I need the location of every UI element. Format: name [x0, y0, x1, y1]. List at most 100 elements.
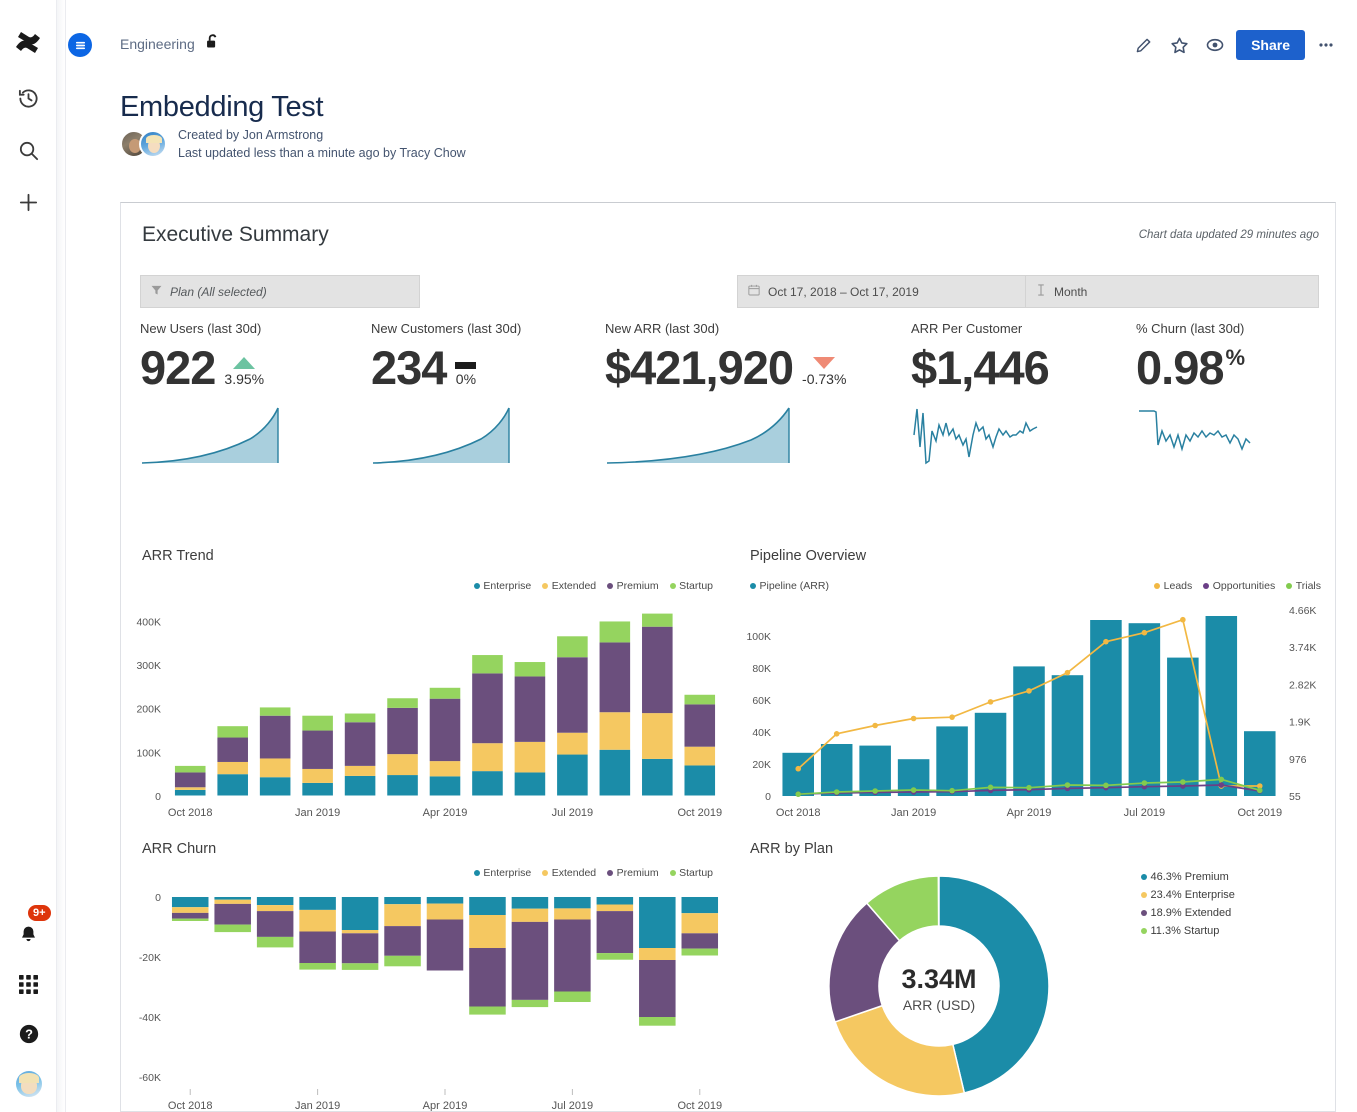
breadcrumb-space-link[interactable]: Engineering — [120, 36, 195, 52]
kpi-delta-down: -0.73% — [802, 357, 846, 387]
legend-item-startup[interactable]: 11.3% Startup — [1141, 925, 1235, 937]
page-shell: Engineering Embedding Test Created by Jo… — [57, 0, 1357, 1112]
svg-text:60K: 60K — [752, 695, 771, 707]
triangle-down-icon — [813, 357, 836, 369]
chart-plot-area[interactable]: 0 100K 200K 300K 400K Oct 2018 Jan 2019 Apr 201… — [121, 596, 729, 826]
global-sidebar: 9+ ? — [0, 0, 57, 1112]
unlocked-padlock-icon[interactable] — [205, 33, 220, 55]
confluence-logo-icon[interactable] — [8, 22, 48, 62]
legend-item-premium[interactable]: Premium — [607, 867, 659, 879]
breadcrumb: Engineering — [120, 33, 220, 55]
sparkline-new-users — [141, 407, 279, 464]
sidebar-resize-handle[interactable] — [57, 0, 66, 1112]
page-title: Embedding Test — [120, 91, 324, 124]
svg-text:Oct 2018: Oct 2018 — [168, 807, 213, 819]
plan-filter-label: Plan (All selected) — [170, 284, 267, 299]
share-button[interactable]: Share — [1236, 30, 1305, 60]
plan-filter[interactable]: Plan (All selected) — [140, 275, 420, 308]
history-icon[interactable] — [8, 78, 48, 118]
svg-text:Apr 2019: Apr 2019 — [423, 1100, 468, 1112]
legend-item-enterprise[interactable]: Enterprise — [473, 867, 531, 879]
dashboard-title: Executive Summary — [142, 223, 329, 246]
svg-text:Oct 2018: Oct 2018 — [168, 1100, 213, 1112]
legend-item-leads[interactable]: Leads — [1154, 580, 1192, 592]
svg-text:55: 55 — [1289, 791, 1301, 803]
chart-legend: Enterprise Extended Premium Startup — [473, 580, 713, 592]
profile-avatar[interactable] — [9, 1064, 49, 1104]
granularity-filter[interactable]: Month — [1025, 275, 1319, 308]
app-switcher-icon[interactable] — [9, 964, 49, 1004]
svg-text:Oct 2018: Oct 2018 — [776, 807, 821, 819]
legend-item-extended[interactable]: Extended — [542, 867, 596, 879]
kpi-label: % Churn (last 30d) — [1136, 321, 1245, 336]
svg-text:100K: 100K — [746, 631, 771, 643]
svg-text:Jul 2019: Jul 2019 — [552, 807, 594, 819]
help-icon[interactable]: ? — [9, 1014, 49, 1054]
page-byline: Created by Jon Armstrong Last updated le… — [120, 126, 466, 162]
kpi-label: ARR Per Customer — [911, 321, 1023, 336]
svg-text:Jul 2019: Jul 2019 — [1124, 807, 1166, 819]
ellipsis-icon[interactable] — [1311, 30, 1341, 60]
avatar-editor[interactable] — [139, 130, 167, 158]
create-icon[interactable] — [8, 182, 48, 222]
chart-arr-by-plan: ARR by Plan 3.34M ARR (USD) 46.3% Premium… — [729, 831, 1335, 1111]
donut-plot-area[interactable]: 3.34M ARR (USD) — [729, 861, 1149, 1111]
granularity-label: Month — [1054, 284, 1088, 299]
donut-center-value: 3.34M — [901, 964, 976, 994]
legend-label: 11.3% Startup — [1150, 925, 1220, 937]
notifications-bell-icon[interactable]: 9+ — [9, 905, 51, 954]
chart-plot-area[interactable]: 0 20K 40K 60K 80K 100K 55 976 1.9K 2.82K 3.74K 4.66… — [729, 596, 1336, 826]
chart-legend-right: Leads Opportunities Trials — [1154, 580, 1321, 592]
legend-label: 46.3% Premium — [1150, 871, 1229, 883]
dashboard-updated-note: Chart data updated 29 minutes ago — [1138, 229, 1319, 241]
kpi-delta-text: 0% — [455, 371, 477, 387]
svg-text:2.82K: 2.82K — [1289, 679, 1316, 691]
avatar — [15, 1071, 42, 1097]
last-updated-text: Last updated less than a minute ago by T… — [178, 146, 466, 160]
legend-item-opportunities[interactable]: Opportunities — [1203, 580, 1275, 592]
legend-label: Leads — [1163, 580, 1193, 592]
legend-item-premium[interactable]: 46.3% Premium — [1141, 871, 1235, 883]
kpi-value: 234 — [371, 341, 447, 394]
svg-text:-20K: -20K — [139, 952, 161, 964]
legend-item-extended[interactable]: 18.9% Extended — [1141, 907, 1235, 919]
search-icon[interactable] — [8, 130, 48, 170]
filter-funnel-icon — [151, 285, 162, 299]
svg-text:976: 976 — [1289, 754, 1307, 766]
legend-item-enterprise[interactable]: Enterprise — [473, 580, 531, 592]
calendar-icon — [748, 284, 760, 299]
chart-plot-area[interactable]: 0 -20K -40K -60K Oct 2018 Jan 2019 Apr 2019 Jul… — [121, 883, 729, 1112]
legend-label: 18.9% Extended — [1150, 907, 1232, 919]
svg-text:80K: 80K — [752, 663, 771, 675]
legend-label: Extended — [551, 867, 597, 879]
legend-label: 23.4% Enterprise — [1150, 889, 1235, 901]
svg-text:300K: 300K — [136, 660, 161, 672]
legend-item-startup[interactable]: Startup — [669, 867, 713, 879]
legend-item-premium[interactable]: Premium — [607, 580, 659, 592]
granularity-icon — [1036, 284, 1046, 299]
svg-text:200K: 200K — [136, 704, 161, 716]
svg-text:Jan 2019: Jan 2019 — [295, 807, 340, 819]
legend-item-enterprise[interactable]: 23.4% Enterprise — [1141, 889, 1235, 901]
kpi-label: New Users (last 30d) — [140, 321, 262, 336]
star-icon[interactable] — [1164, 30, 1194, 60]
pencil-icon[interactable] — [1128, 30, 1158, 60]
nav-expand-button[interactable] — [68, 33, 92, 57]
svg-text:-60K: -60K — [139, 1072, 161, 1084]
donut-legend: 46.3% Premium 23.4% Enterprise 18.9% Ext… — [1141, 871, 1235, 937]
svg-text:Jul 2019: Jul 2019 — [552, 1100, 594, 1112]
eye-icon[interactable] — [1200, 30, 1230, 60]
legend-item-pipeline-arr[interactable]: Pipeline (ARR) — [750, 580, 829, 592]
svg-text:0: 0 — [155, 892, 161, 904]
svg-text:Apr 2019: Apr 2019 — [423, 807, 468, 819]
svg-text:3.74K: 3.74K — [1289, 642, 1316, 654]
legend-item-trials[interactable]: Trials — [1286, 580, 1321, 592]
chart-title: Pipeline Overview — [750, 548, 867, 564]
legend-item-extended[interactable]: Extended — [542, 580, 596, 592]
kpi-row: New Users (last 30d) 922 3.95% New Custo… — [121, 321, 1335, 501]
svg-text:20K: 20K — [752, 759, 771, 771]
legend-item-startup[interactable]: Startup — [669, 580, 713, 592]
kpi-new-customers: New Customers (last 30d) 234 0% — [371, 321, 596, 472]
date-range-filter[interactable]: Oct 17, 2018 – Oct 17, 2019 — [737, 275, 1031, 308]
legend-label: Startup — [679, 867, 713, 879]
